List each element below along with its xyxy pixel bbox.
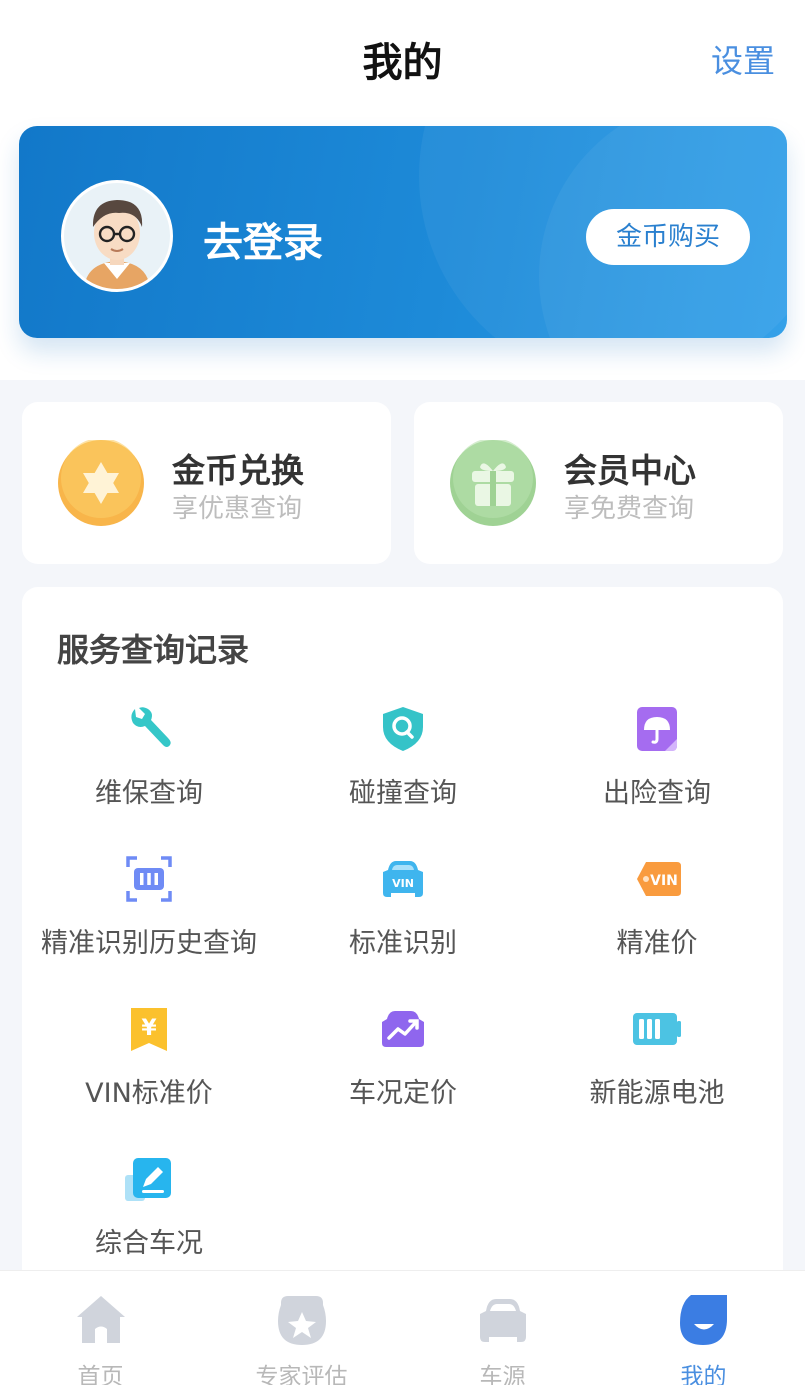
yen-bookmark-icon: ¥ bbox=[125, 1005, 173, 1053]
edit-note-icon bbox=[125, 1155, 173, 1203]
service-label: 出险查询 bbox=[603, 778, 711, 809]
service-label: 新能源电池 bbox=[589, 1078, 725, 1109]
login-card: 去登录 金币购买 bbox=[19, 126, 787, 338]
vin-text: VIN bbox=[650, 873, 678, 889]
tab-label: 车源 bbox=[479, 1364, 526, 1385]
coin-buy-button[interactable]: 金币购买 bbox=[586, 209, 750, 265]
card-subtitle: 享优惠查询 bbox=[172, 494, 303, 524]
service-item[interactable]: 车况定价 bbox=[276, 1005, 530, 1135]
tab-label: 专家评估 bbox=[255, 1364, 348, 1385]
vin-tag-icon: VIN bbox=[633, 855, 681, 903]
section-title: 服务查询记录 bbox=[57, 631, 250, 669]
service-label: 碰撞查询 bbox=[349, 778, 457, 809]
card-title: 会员中心 bbox=[564, 451, 696, 490]
profile-face-icon bbox=[677, 1293, 731, 1347]
service-item[interactable]: 碰撞查询 bbox=[276, 705, 530, 835]
shield-search-icon bbox=[379, 705, 427, 753]
service-label: 精准识别历史查询 bbox=[41, 928, 257, 959]
card-title: 金币兑换 bbox=[172, 451, 304, 490]
settings-button[interactable]: 设置 bbox=[711, 36, 775, 82]
service-item[interactable]: VIN 标准识别 bbox=[276, 855, 530, 985]
scan-frame-icon bbox=[125, 855, 173, 903]
service-label: 综合车况 bbox=[95, 1228, 203, 1259]
service-label: VIN标准价 bbox=[85, 1078, 213, 1109]
service-item[interactable]: 出险查询 bbox=[530, 705, 784, 835]
coin-exchange-card[interactable]: 金币兑换 享优惠查询 bbox=[22, 402, 391, 564]
tab-label: 首页 bbox=[77, 1364, 124, 1385]
vin-text: VIN bbox=[392, 877, 414, 890]
tab-home[interactable]: 首页 bbox=[0, 1271, 201, 1385]
service-item[interactable]: 综合车况 bbox=[22, 1155, 276, 1285]
service-item[interactable]: 精准识别历史查询 bbox=[22, 855, 276, 985]
service-label: 精准价 bbox=[616, 928, 698, 959]
car-icon bbox=[476, 1293, 530, 1347]
star-coin-icon bbox=[58, 438, 144, 526]
umbrella-doc-icon bbox=[633, 705, 681, 753]
tab-label: 我的 bbox=[680, 1364, 727, 1385]
service-item[interactable]: VIN 精准价 bbox=[530, 855, 784, 985]
bottom-tab-bar: 首页 专家评估 车源 我的 bbox=[0, 1270, 805, 1385]
service-label: 车况定价 bbox=[349, 1078, 457, 1109]
service-item[interactable]: 新能源电池 bbox=[530, 1005, 784, 1135]
wrench-icon bbox=[125, 705, 173, 753]
avatar[interactable] bbox=[61, 180, 173, 292]
member-center-card[interactable]: 会员中心 享免费查询 bbox=[414, 402, 783, 564]
home-icon bbox=[74, 1293, 128, 1347]
tab-cars[interactable]: 车源 bbox=[402, 1271, 603, 1385]
service-label: 标准识别 bbox=[349, 928, 457, 959]
card-subtitle: 享免费查询 bbox=[564, 494, 695, 524]
yen-text: ¥ bbox=[141, 1016, 157, 1041]
car-vin-icon: VIN bbox=[379, 855, 427, 903]
service-item[interactable]: ¥ VIN标准价 bbox=[22, 1005, 276, 1135]
service-label: 维保查询 bbox=[95, 778, 203, 809]
tab-mine[interactable]: 我的 bbox=[603, 1271, 804, 1385]
page-title: 我的 bbox=[362, 40, 443, 86]
login-link[interactable]: 去登录 bbox=[203, 210, 323, 268]
tab-expert[interactable]: 专家评估 bbox=[201, 1271, 402, 1385]
service-item[interactable]: 维保查询 bbox=[22, 705, 276, 835]
battery-icon bbox=[633, 1005, 681, 1053]
service-records-panel: 服务查询记录 维保查询 碰撞查询 出险查询 精准识别历史查询 VIN 标准识别 … bbox=[22, 587, 783, 1327]
trend-car-icon bbox=[379, 1005, 427, 1053]
gift-icon bbox=[450, 438, 536, 526]
expert-badge-icon bbox=[275, 1293, 329, 1347]
